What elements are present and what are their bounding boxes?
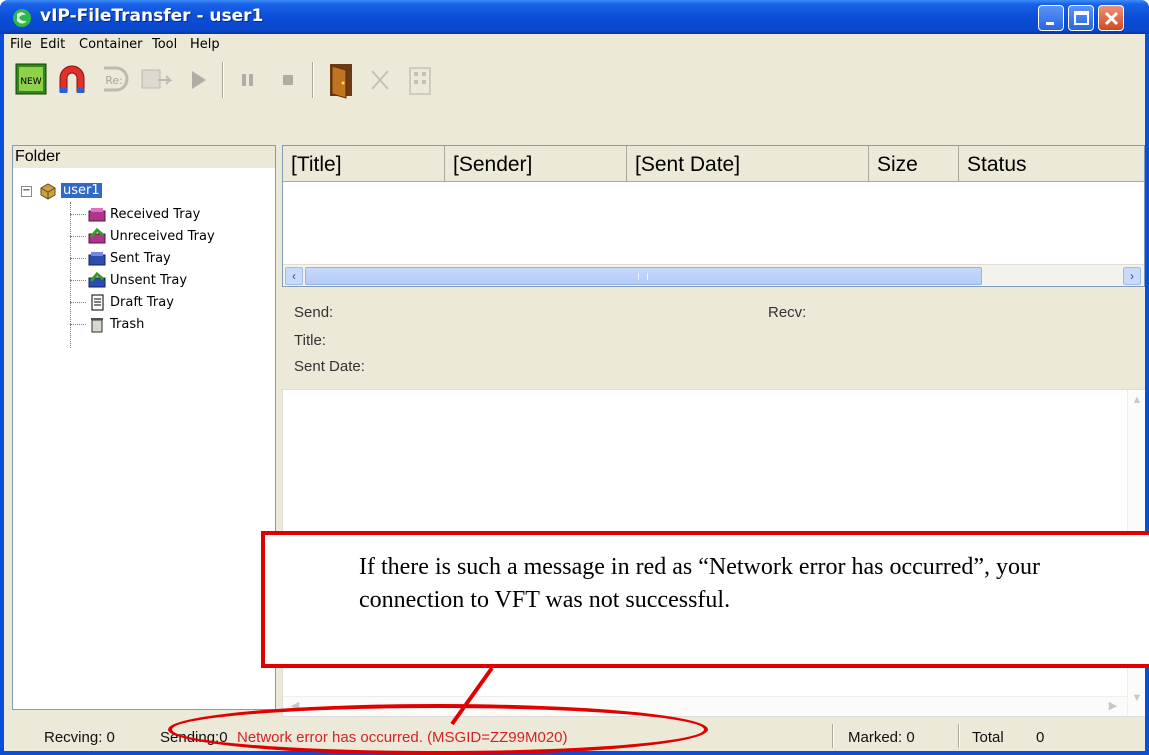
close-button[interactable] xyxy=(1098,5,1124,31)
exit-button[interactable] xyxy=(320,58,360,102)
pause-button[interactable] xyxy=(228,58,268,102)
delete-icon xyxy=(371,70,389,90)
container-button[interactable] xyxy=(400,58,440,102)
connect-button[interactable] xyxy=(52,58,92,102)
column-size[interactable]: Size xyxy=(869,146,959,182)
status-divider xyxy=(832,724,834,748)
stop-icon xyxy=(283,75,293,85)
scroll-right-icon[interactable]: › xyxy=(1123,267,1141,285)
column-title[interactable]: [Title] xyxy=(283,146,445,182)
sent-date-label: Sent Date: xyxy=(294,358,365,375)
title-label: Title: xyxy=(294,332,326,349)
folder-tree: − user1 Received Tray Unreceived Tray Se… xyxy=(13,170,275,370)
forward-icon xyxy=(141,69,173,89)
send-label: Send: xyxy=(294,304,334,321)
column-sent-date[interactable]: [Sent Date] xyxy=(627,146,869,182)
tree-item-unreceived-tray[interactable]: Unreceived Tray xyxy=(70,226,270,248)
new-icon: NEW xyxy=(15,63,47,95)
stop-button[interactable] xyxy=(268,58,308,102)
toolbar: NEW Re: xyxy=(4,58,1145,144)
trash-icon xyxy=(91,318,103,333)
toolbar-separator xyxy=(312,62,314,98)
sent-tray-icon xyxy=(88,252,106,266)
message-list: [Title] [Sender] [Sent Date] Size Status… xyxy=(282,145,1145,287)
annotation-callout: If there is such a message in red as “Ne… xyxy=(261,531,1149,668)
pause-icon xyxy=(242,74,253,86)
building-icon xyxy=(409,67,431,95)
reply-icon: Re: xyxy=(104,66,129,92)
tree-collapse-toggle[interactable]: − xyxy=(21,186,32,197)
reply-icon-label: Re: xyxy=(105,74,123,87)
magnet-icon xyxy=(59,65,85,93)
status-total-label: Total xyxy=(972,729,1004,746)
scroll-down-icon[interactable]: ▼ xyxy=(1129,692,1145,710)
column-sender[interactable]: [Sender] xyxy=(445,146,627,182)
toolbar-separator xyxy=(222,62,224,98)
folder-pane: Folder − user1 Received Tray Unreceived … xyxy=(12,145,276,710)
title-bar[interactable]: vIP-FileTransfer - user1 xyxy=(0,0,1149,34)
new-button[interactable]: NEW xyxy=(12,58,52,102)
tree-item-draft-tray[interactable]: Draft Tray xyxy=(70,292,270,314)
window-title: vIP-FileTransfer - user1 xyxy=(40,6,264,26)
annotation-highlight-ellipse xyxy=(168,704,708,755)
scrollbar-thumb[interactable] xyxy=(305,267,982,285)
status-recving: Recving: 0 xyxy=(44,729,115,746)
tree-item-unsent-tray[interactable]: Unsent Tray xyxy=(70,270,270,292)
scroll-left-icon[interactable]: ‹ xyxy=(285,267,303,285)
app-logo-icon xyxy=(13,9,31,27)
tree-item-received-tray[interactable]: Received Tray xyxy=(70,204,270,226)
menu-container[interactable]: Container xyxy=(79,37,143,52)
play-icon xyxy=(192,71,206,89)
menu-file[interactable]: File xyxy=(10,37,32,52)
tree-root-user1[interactable]: user1 xyxy=(61,183,102,198)
menu-tool[interactable]: Tool xyxy=(152,37,177,52)
reply-button[interactable]: Re: xyxy=(94,58,134,102)
tree-item-sent-tray[interactable]: Sent Tray xyxy=(70,248,270,270)
scroll-up-icon[interactable]: ▲ xyxy=(1129,394,1145,412)
scroll-right-icon[interactable]: ▶ xyxy=(1105,699,1121,715)
forward-button[interactable] xyxy=(136,58,176,102)
tree-item-trash[interactable]: Trash xyxy=(70,314,270,336)
column-status[interactable]: Status xyxy=(959,146,1144,182)
door-icon xyxy=(330,64,352,99)
message-details: Send: Recv: Title: Sent Date: xyxy=(282,288,1145,388)
status-total-value: 0 xyxy=(1036,729,1045,746)
menu-help[interactable]: Help xyxy=(190,37,220,52)
minimize-button[interactable] xyxy=(1038,5,1064,31)
recv-label: Recv: xyxy=(768,304,807,321)
tray-icon xyxy=(88,208,106,222)
draft-icon xyxy=(91,294,104,311)
annotation-text: If there is such a message in red as “Ne… xyxy=(359,554,1041,613)
list-horizontal-scrollbar[interactable]: ‹ › xyxy=(283,264,1144,286)
delete-button[interactable] xyxy=(360,58,400,102)
list-header: [Title] [Sender] [Sent Date] Size Status xyxy=(283,146,1144,182)
status-marked: Marked: 0 xyxy=(848,729,915,746)
folder-header: Folder xyxy=(13,146,275,168)
unsent-tray-icon xyxy=(88,272,106,288)
menu-edit[interactable]: Edit xyxy=(40,37,65,52)
status-divider xyxy=(958,724,960,748)
maximize-button[interactable] xyxy=(1068,5,1094,31)
new-icon-label: NEW xyxy=(20,77,41,87)
play-button[interactable] xyxy=(178,58,218,102)
unreceived-tray-icon xyxy=(88,228,106,244)
package-icon xyxy=(40,183,56,200)
menu-bar: File Edit Container Tool Help xyxy=(4,34,1145,56)
